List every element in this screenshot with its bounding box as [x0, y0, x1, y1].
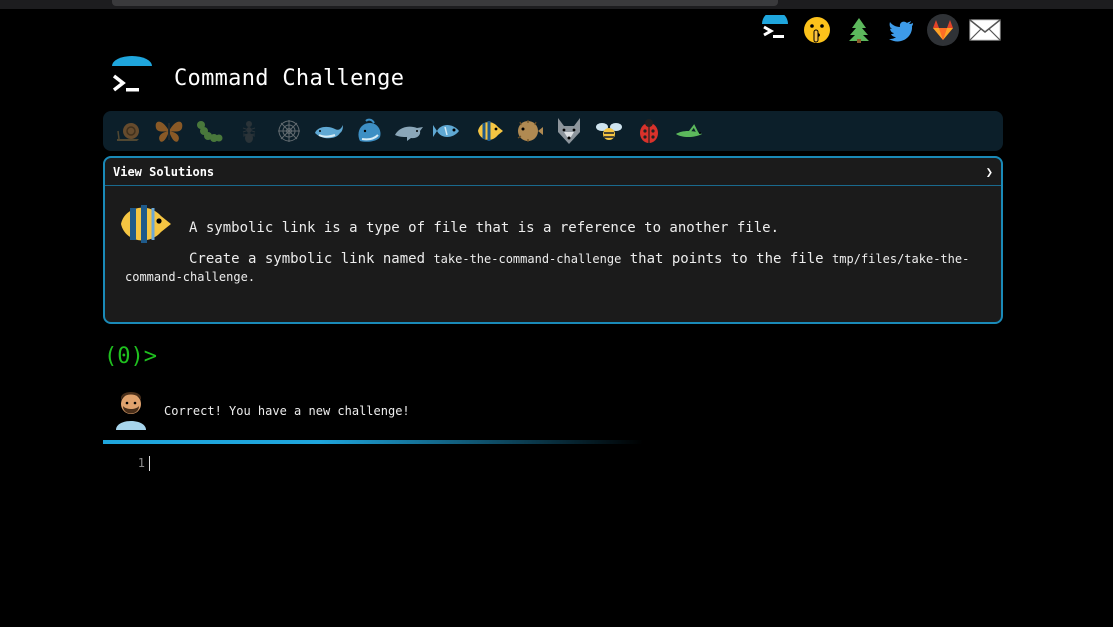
task-text: that points to the file	[629, 251, 824, 267]
snail-icon[interactable]	[111, 113, 147, 149]
chevron-right-icon: ❯	[985, 164, 993, 179]
challenge-panel: View Solutions ❯ A symbolic link is a ty…	[103, 156, 1003, 324]
spouting-whale-icon[interactable]	[351, 113, 387, 149]
terminal-logo-icon[interactable]	[759, 14, 791, 46]
cricket-icon[interactable]	[671, 113, 707, 149]
view-solutions-label: View Solutions	[113, 164, 215, 179]
header: Command Challenge	[108, 56, 404, 100]
twitter-icon[interactable]	[885, 14, 917, 46]
caterpillar-icon[interactable]	[191, 113, 227, 149]
command-editor[interactable]: 1	[103, 452, 643, 474]
gitlab-icon[interactable]	[927, 14, 959, 46]
text-cursor	[149, 455, 150, 471]
ant-icon[interactable]	[231, 113, 267, 149]
terminal-logo-icon[interactable]	[108, 56, 156, 100]
divider-line	[103, 440, 643, 444]
view-solutions-toggle[interactable]: View Solutions ❯	[105, 158, 1001, 186]
tropical-fish-icon[interactable]	[471, 113, 507, 149]
result-message-row: Correct! You have a new challenge!	[112, 388, 410, 434]
tree-icon[interactable]	[843, 14, 875, 46]
challenge-task: Create a symbolic link named take-the-co…	[125, 250, 981, 286]
challenge-intro: A symbolic link is a type of file that i…	[189, 220, 780, 236]
score-prompt: (0)>	[104, 344, 157, 369]
butterfly-icon[interactable]	[151, 113, 187, 149]
page-title: Command Challenge	[174, 65, 405, 91]
bee-icon[interactable]	[591, 113, 627, 149]
shushing-face-icon[interactable]	[801, 14, 833, 46]
ladybug-icon[interactable]	[631, 113, 667, 149]
horizontal-scrollbar[interactable]	[112, 0, 778, 6]
challenge-body: A symbolic link is a type of file that i…	[105, 186, 1001, 286]
mail-icon[interactable]	[969, 14, 1001, 46]
dolphin-icon[interactable]	[391, 113, 427, 149]
blowfish-icon[interactable]	[511, 113, 547, 149]
task-text: Create a symbolic link named	[189, 251, 426, 267]
wolf-icon[interactable]	[551, 113, 587, 149]
man-avatar-icon	[112, 388, 150, 434]
challenge-progress-bar	[103, 111, 1003, 151]
tropical-fish-icon	[117, 200, 173, 252]
line-number: 1	[137, 456, 145, 470]
whale-icon[interactable]	[311, 113, 347, 149]
spider-web-icon[interactable]	[271, 113, 307, 149]
result-message: Correct! You have a new challenge!	[164, 404, 410, 418]
fish-icon[interactable]	[431, 113, 467, 149]
task-period: .	[247, 270, 256, 284]
top-icon-bar	[759, 14, 1001, 46]
link-name-code: take-the-command-challenge	[433, 252, 622, 266]
browser-strip	[0, 0, 1113, 9]
